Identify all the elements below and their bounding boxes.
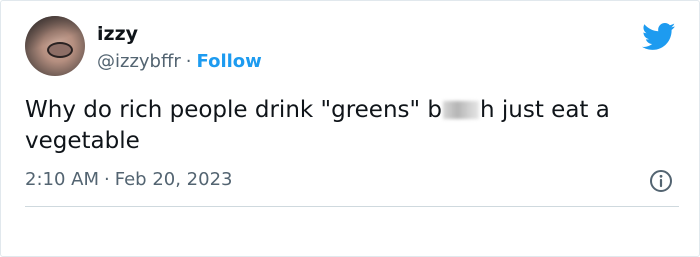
timestamp-separator: · [104, 169, 110, 190]
info-icon[interactable] [649, 169, 673, 193]
tweet-card: izzy @izzybffr · Follow Why do rich people… [0, 0, 700, 257]
avatar[interactable] [25, 16, 85, 76]
author-handle[interactable]: @izzybffr [97, 51, 181, 72]
handle-row: @izzybffr · Follow [97, 51, 262, 72]
censor-blur [443, 101, 480, 119]
tweet-date: Feb 20, 2023 [114, 169, 233, 190]
divider [25, 206, 679, 207]
tweet-time: 2:10 AM [25, 169, 99, 190]
follow-button[interactable]: Follow [197, 51, 262, 72]
tweet-text-start: Why do rich people drink "greens" b [25, 97, 443, 123]
avatar-eye [47, 42, 73, 58]
twitter-bird-icon[interactable] [642, 23, 676, 51]
timestamp[interactable]: 2:10 AM · Feb 20, 2023 [25, 169, 232, 190]
separator-dot: · [185, 51, 192, 72]
tweet-text: Why do rich people drink "greens" bh jus… [25, 95, 675, 157]
author-name[interactable]: izzy [97, 23, 138, 45]
